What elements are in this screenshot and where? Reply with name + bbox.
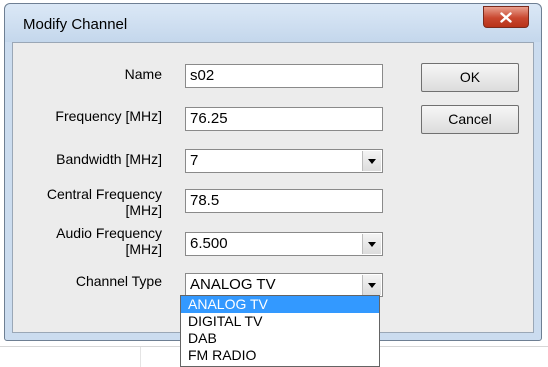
audio-frequency-label: Audio Frequency [MHz]: [26, 225, 162, 257]
audio-frequency-label-line2: [MHz]: [125, 241, 162, 257]
ok-button[interactable]: OK: [421, 63, 519, 92]
bandwidth-select[interactable]: 7: [185, 149, 383, 173]
central-frequency-label-line2: [MHz]: [125, 202, 162, 218]
dropdown-option-analog-tv[interactable]: ANALOG TV: [181, 296, 379, 313]
central-frequency-label: Central Frequency [MHz]: [26, 186, 162, 218]
bandwidth-label: Bandwidth [MHz]: [56, 151, 162, 167]
channel-type-value: ANALOG TV: [190, 276, 276, 293]
audio-frequency-label-line1: Audio Frequency: [56, 225, 162, 241]
audio-frequency-value: 6.500: [190, 235, 228, 252]
name-label: Name: [124, 66, 162, 82]
modify-channel-dialog: Modify Channel Name s02 Frequency [MHz] …: [4, 3, 542, 341]
close-icon: [500, 11, 512, 23]
chevron-down-icon: [368, 282, 376, 288]
channel-type-select[interactable]: ANALOG TV: [185, 273, 383, 297]
name-field[interactable]: s02: [185, 64, 383, 88]
background-divider-vertical: [140, 347, 141, 367]
title-bar[interactable]: Modify Channel: [5, 4, 541, 42]
central-frequency-label-line1: Central Frequency: [46, 186, 162, 202]
channel-type-label: Channel Type: [75, 273, 162, 289]
dialog-body: Name s02 Frequency [MHz] 76.25 Bandwidth…: [12, 42, 534, 333]
chevron-down-icon: [368, 241, 376, 247]
audio-frequency-dropdown-button[interactable]: [362, 234, 381, 254]
channel-type-dropdown-list: ANALOG TV DIGITAL TV DAB FM RADIO: [180, 295, 380, 367]
frequency-field[interactable]: 76.25: [185, 107, 383, 131]
dropdown-option-dab[interactable]: DAB: [181, 330, 379, 347]
channel-type-dropdown-button[interactable]: [362, 275, 381, 295]
close-button[interactable]: [483, 6, 529, 28]
frequency-label: Frequency [MHz]: [55, 108, 162, 124]
dropdown-option-digital-tv[interactable]: DIGITAL TV: [181, 313, 379, 330]
dialog-title: Modify Channel: [23, 16, 128, 33]
chevron-down-icon: [368, 158, 376, 164]
central-frequency-field[interactable]: 78.5: [185, 189, 383, 213]
dropdown-option-fm-radio[interactable]: FM RADIO: [181, 347, 379, 364]
cancel-button[interactable]: Cancel: [421, 105, 519, 134]
bandwidth-value: 7: [190, 152, 199, 169]
audio-frequency-select[interactable]: 6.500: [185, 232, 383, 256]
bandwidth-dropdown-button[interactable]: [362, 151, 381, 171]
